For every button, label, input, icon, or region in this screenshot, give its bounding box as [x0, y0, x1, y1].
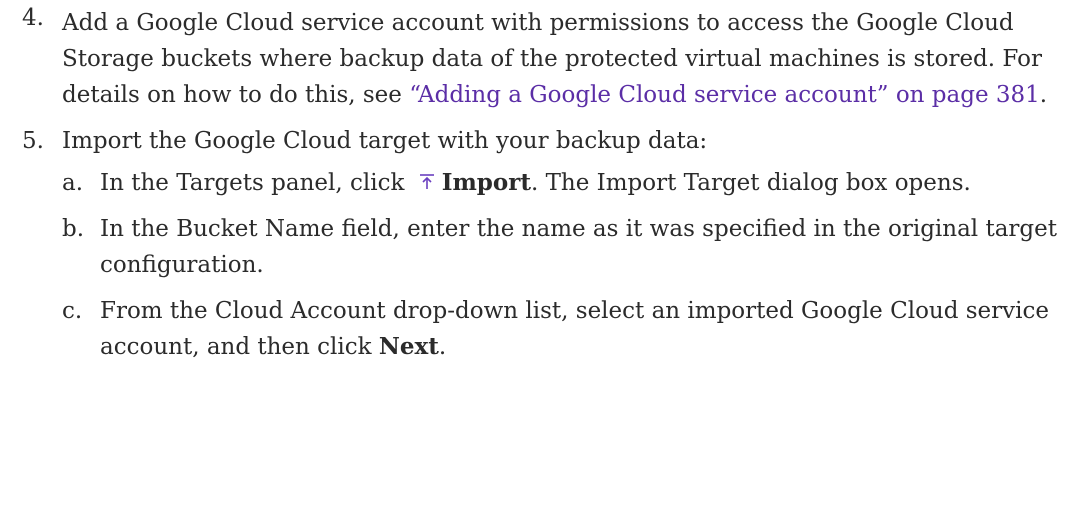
step-number: 4. [22, 5, 44, 31]
step-number: 5. [22, 128, 44, 154]
substep-text-end: . [438, 334, 447, 360]
adding-service-account-link[interactable]: “Adding a Google Cloud service account” … [409, 82, 1040, 108]
next-label: Next [378, 333, 439, 360]
substep-a: a. In the Targets panel, click Import. T… [62, 165, 1082, 201]
substep-letter: a. [62, 170, 84, 196]
substep-c: c. From the Cloud Account drop-down list… [62, 293, 1082, 365]
step-text-end: . [1039, 82, 1048, 108]
substep-text: In the Targets panel, click [100, 170, 412, 196]
substep-b: b. In the Bucket Name field, enter the n… [62, 211, 1082, 283]
substep-text-end: . The Import Target dialog box opens. [530, 170, 971, 196]
import-icon [418, 166, 436, 189]
document-page: 4. Add a Google Cloud service account wi… [0, 0, 1082, 511]
substeps-list: a. In the Targets panel, click Import. T… [62, 165, 1082, 365]
substep-letter: b. [62, 216, 85, 242]
substep-letter: c. [62, 298, 83, 324]
step-4: 4. Add a Google Cloud service account wi… [12, 0, 1082, 113]
step-5: 5. Import the Google Cloud target with y… [12, 123, 1082, 365]
step-text: Import the Google Cloud target with your… [62, 128, 708, 154]
steps-list: 4. Add a Google Cloud service account wi… [0, 0, 1082, 365]
substep-text: In the Bucket Name field, enter the name… [100, 216, 1057, 278]
import-label: Import [441, 169, 531, 196]
substep-text: From the Cloud Account drop-down list, s… [100, 298, 1050, 360]
